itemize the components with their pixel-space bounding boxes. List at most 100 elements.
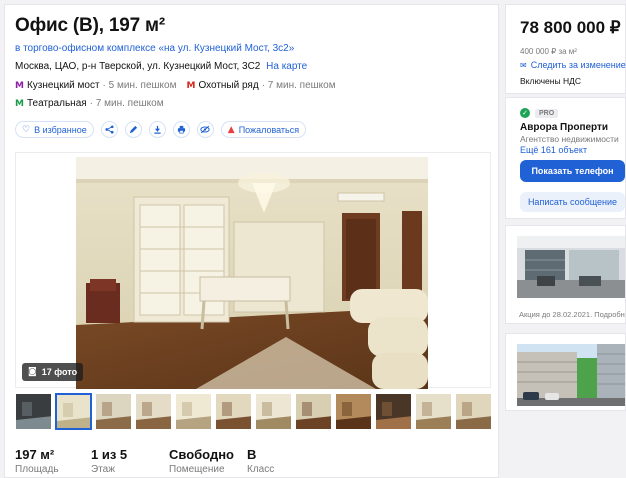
mail-icon: ✉	[520, 60, 527, 70]
metro-walk-time: · 7 мин. пешком	[89, 98, 164, 109]
complex-link[interactable]: в торгово-офисном комплексе «на ул. Кузн…	[15, 43, 294, 54]
ad-caption: Акция до 28.02.2021. Подробнее	[519, 310, 626, 319]
ad-card[interactable]	[505, 333, 626, 411]
metro-station[interactable]: М Кузнецкий мост · 5 мин. пешком	[15, 80, 176, 91]
thumbnail-image	[136, 394, 171, 429]
camera-icon: ◙	[28, 367, 37, 377]
thumbnail-image	[456, 394, 491, 429]
feature-label: Площадь	[15, 464, 59, 475]
agent-card: ✓ PRO Аврора Проперти Агентство недвижим…	[505, 97, 626, 219]
building-exterior-image	[517, 344, 625, 406]
office-interior-image	[76, 157, 428, 389]
price-total: 78 800 000 ₽	[520, 18, 621, 37]
metro-row: М Кузнецкий мост · 5 мин. пешком М Охотн…	[15, 80, 346, 91]
address-text: Москва, ЦАО, р-н Тверской, ул. Кузнецкий…	[15, 61, 261, 72]
feature-class: B Класс	[247, 447, 307, 475]
action-row: ♡ В избранное ▲ Пожаловаться	[15, 121, 307, 138]
metro-icon: М	[186, 80, 196, 91]
feature-value: B	[247, 447, 257, 462]
gallery-thumbnail[interactable]	[375, 393, 412, 430]
report-label: Пожаловаться	[238, 124, 300, 135]
thumbnail-image	[376, 394, 411, 429]
listing-card: Офис (B), 197 м² в торгово-офисном компл…	[4, 4, 499, 478]
gallery-thumbnail[interactable]	[455, 393, 492, 430]
features-row: 197 м² Площадь 1 из 5 Этаж Свободно Поме…	[15, 447, 307, 475]
metro-icon: М	[15, 98, 24, 109]
feature-value: 197 м²	[15, 447, 55, 462]
photo-count-label: 17 фото	[41, 367, 78, 377]
ad-image[interactable]	[517, 344, 625, 406]
agent-type: Агентство недвижимости	[520, 134, 619, 144]
gallery-thumbnail[interactable]	[55, 393, 92, 430]
thumbnail-image	[256, 394, 291, 429]
thumbnail-image	[96, 394, 131, 429]
gallery-thumbnail[interactable]	[415, 393, 452, 430]
feature-value: 1 из 5	[91, 447, 128, 462]
ad-card[interactable]: Акция до 28.02.2021. Подробнее	[505, 225, 626, 324]
metro-name: Кузнецкий мост	[26, 80, 100, 91]
favorite-button[interactable]: ♡ В избранное	[15, 121, 94, 138]
metro-row: М Театральная · 7 мин. пешком	[15, 98, 174, 109]
thumbnail-image	[336, 394, 371, 429]
map-link[interactable]: На карте	[266, 61, 307, 72]
share-icon	[105, 125, 114, 134]
gallery-thumbnail[interactable]	[135, 393, 172, 430]
hide-button[interactable]	[196, 121, 214, 138]
photo-gallery[interactable]: ◙ 17 фото	[15, 152, 491, 389]
thumbnail-image	[16, 394, 51, 429]
gallery-thumbnail[interactable]	[335, 393, 372, 430]
gallery-thumbnail[interactable]	[215, 393, 252, 430]
gallery-thumbnail[interactable]	[175, 393, 212, 430]
agent-name[interactable]: Аврора Проперти	[520, 122, 608, 133]
edit-button[interactable]	[124, 121, 142, 138]
share-button[interactable]	[100, 121, 118, 138]
page-title: Офис (B), 197 м²	[15, 15, 166, 36]
metro-station[interactable]: М Охотный ряд · 7 мин. пешком	[186, 80, 335, 91]
thumbnail-image	[296, 394, 331, 429]
show-phone-button[interactable]: Показать телефон	[520, 160, 625, 182]
metro-station[interactable]: М Театральная · 7 мин. пешком	[15, 98, 164, 109]
feature-label: Помещение	[169, 464, 225, 475]
thumbnail-image	[216, 394, 251, 429]
report-button[interactable]: ▲ Пожаловаться	[220, 121, 307, 138]
send-message-button[interactable]: Написать сообщение	[520, 192, 625, 212]
follow-price-link[interactable]: ✉ Следить за изменением	[520, 60, 626, 70]
download-icon	[154, 125, 161, 134]
thumbnail-strip	[15, 393, 492, 430]
office-lobby-image	[517, 236, 625, 298]
metro-name: Театральная	[26, 98, 87, 109]
feature-area: 197 м² Площадь	[15, 447, 91, 475]
price-card: 78 800 000 ₽ 400 000 ₽ за м² ✉ Следить з…	[505, 4, 626, 94]
print-icon	[177, 125, 185, 134]
address: Москва, ЦАО, р-н Тверской, ул. Кузнецкий…	[15, 61, 307, 72]
hide-icon	[200, 125, 210, 134]
feature-floor: 1 из 5 Этаж	[91, 447, 169, 475]
agent-more-link[interactable]: Ещё 161 объект	[520, 145, 587, 155]
gallery-thumbnail[interactable]	[15, 393, 52, 430]
print-button[interactable]	[172, 121, 190, 138]
favorite-label: В избранное	[34, 124, 87, 135]
photo-count-badge[interactable]: ◙ 17 фото	[22, 363, 84, 381]
heart-icon: ♡	[22, 124, 31, 135]
gallery-thumbnail[interactable]	[295, 393, 332, 430]
feature-label: Этаж	[91, 464, 115, 475]
feature-value: Свободно	[169, 447, 234, 462]
feature-room: Свободно Помещение	[169, 447, 247, 475]
metro-walk-time: · 7 мин. пешком	[261, 80, 336, 91]
main-photo[interactable]	[76, 157, 428, 389]
gallery-thumbnail[interactable]	[255, 393, 292, 430]
metro-walk-time: · 5 мин. пешком	[102, 80, 177, 91]
pro-badge: PRO	[535, 108, 559, 118]
verified-row: ✓ PRO	[520, 108, 559, 118]
thumbnail-image	[176, 394, 211, 429]
verified-check-icon: ✓	[520, 108, 530, 118]
thumbnail-image	[416, 394, 451, 429]
ad-image[interactable]	[517, 236, 625, 298]
edit-icon	[129, 125, 137, 134]
gallery-thumbnail[interactable]	[95, 393, 132, 430]
metro-icon: М	[15, 80, 24, 91]
download-button[interactable]	[148, 121, 166, 138]
warning-icon: ▲	[227, 124, 235, 135]
thumbnail-image	[57, 395, 90, 428]
follow-price-label: Следить за изменением	[530, 60, 626, 70]
